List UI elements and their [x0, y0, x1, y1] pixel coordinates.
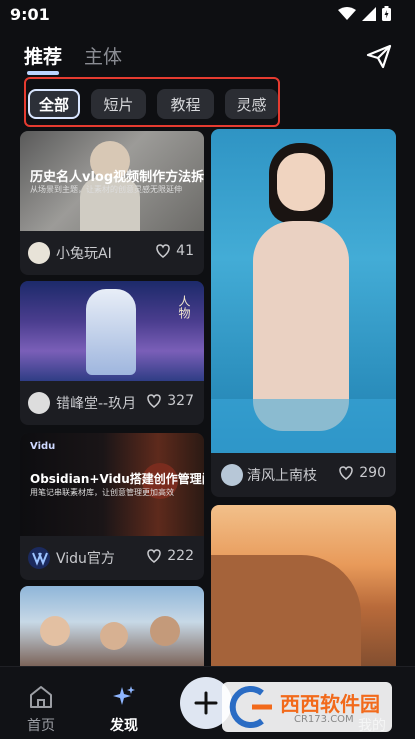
signal-icon	[362, 6, 376, 21]
tab-recommend[interactable]: 推荐	[24, 42, 62, 69]
heart-icon	[156, 244, 170, 258]
card-image	[211, 505, 396, 676]
tab-subject[interactable]: 主体	[84, 42, 122, 69]
chip-all[interactable]: 全部	[28, 89, 80, 119]
card-obsidian-vidu[interactable]: Vidu Obsidian+Vidu搭建创作管理闭环 用笔记串联素材库，让创意管…	[20, 433, 204, 580]
like-count-value: 41	[176, 243, 194, 259]
like-count[interactable]: 290	[338, 465, 386, 481]
card-overlay-title: Obsidian+Vidu搭建创作管理闭环	[30, 472, 204, 486]
card-overlay-subtitle: 从场景到主题，让素材的创意灵感无限延伸	[30, 185, 182, 194]
wifi-icon	[338, 6, 356, 20]
like-count[interactable]: 41	[155, 243, 194, 259]
card-brand: Vidu	[30, 441, 56, 452]
send-icon[interactable]	[365, 42, 393, 70]
person-figure	[40, 616, 70, 646]
card-colosseum[interactable]	[211, 505, 396, 676]
status-bar: 9:01	[0, 0, 415, 30]
card-author: 清风上南枝	[247, 468, 317, 484]
nav-home-label: 首页	[27, 718, 55, 734]
heart-icon	[339, 466, 354, 480]
card-anime-character[interactable]: 人物 错峰堂--玖月 327	[20, 281, 204, 425]
character-figure	[86, 289, 136, 375]
water-surface	[211, 399, 396, 453]
nav-discover[interactable]: 发现	[94, 679, 154, 734]
vidu-logo-icon	[32, 552, 48, 566]
like-count-value: 222	[167, 548, 194, 564]
card-car-selfie[interactable]	[20, 586, 204, 676]
avatar	[28, 242, 50, 264]
card-footer: Vidu官方 222	[20, 536, 204, 580]
like-count[interactable]: 327	[146, 393, 194, 409]
status-time: 9:01	[10, 5, 50, 24]
status-icons	[338, 6, 391, 21]
card-overlay-subtitle: 用笔记串联素材库，让创意管理更加高效	[30, 488, 174, 497]
card-pool-portrait[interactable]: 清风上南枝 290	[211, 129, 396, 497]
chip-short-film[interactable]: 短片	[91, 89, 146, 119]
heart-icon	[147, 549, 162, 563]
card-image	[211, 129, 396, 453]
like-count-value: 327	[167, 393, 194, 409]
avatar	[28, 392, 50, 414]
person-figure	[150, 616, 180, 646]
chip-inspiration[interactable]: 灵感	[225, 89, 278, 119]
home-icon	[30, 686, 52, 708]
heart-icon	[147, 394, 162, 408]
face-shape	[277, 153, 325, 211]
watermark-text: 西西软件园	[280, 692, 380, 716]
like-count-value: 290	[359, 465, 386, 481]
card-author: 错峰堂--玖月	[56, 396, 137, 412]
avatar	[28, 547, 50, 569]
card-footer: 错峰堂--玖月 327	[20, 381, 204, 425]
chip-tutorial[interactable]: 教程	[157, 89, 214, 119]
card-overlay-title: 历史名人vlog视频制作方法拆解	[30, 170, 204, 185]
avatar	[221, 464, 243, 486]
card-image	[20, 586, 204, 676]
colosseum-wall	[211, 555, 361, 676]
like-count[interactable]: 222	[146, 548, 194, 564]
watermark-url: CR173.COM	[294, 714, 354, 725]
card-author: Vidu官方	[56, 551, 115, 567]
card-author: 小兔玩AI	[56, 246, 112, 262]
sparkle-icon	[113, 686, 135, 705]
battery-icon	[382, 6, 391, 21]
top-tabs: 推荐 主体	[0, 38, 415, 78]
watermark: 西西软件园 CR173.COM	[222, 682, 392, 732]
card-overlay-title: 人物	[177, 295, 191, 319]
nav-discover-label: 发现	[110, 718, 138, 734]
person-figure	[100, 622, 128, 650]
watermark-logo-icon	[229, 686, 272, 728]
card-footer: 清风上南枝 290	[211, 453, 396, 497]
tab-underline	[27, 71, 59, 75]
nav-home[interactable]: 首页	[11, 679, 71, 734]
card-footer: 小兔玩AI 41	[20, 231, 204, 275]
plus-icon	[194, 691, 218, 715]
card-vlog-tutorial[interactable]: 历史名人vlog视频制作方法拆解 从场景到主题，让素材的创意灵感无限延伸 小兔玩…	[20, 131, 204, 275]
